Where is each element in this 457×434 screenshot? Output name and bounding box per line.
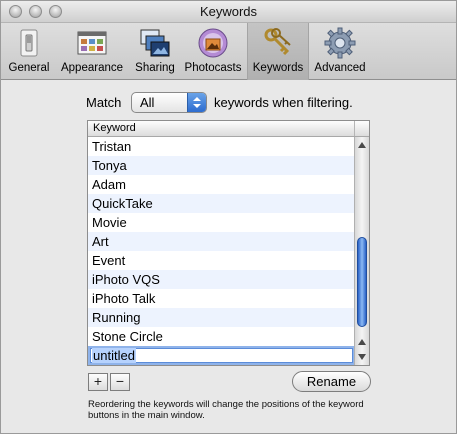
keyword-edit-field[interactable]: untitled bbox=[88, 346, 355, 365]
table-row[interactable]: Tristan bbox=[88, 137, 355, 156]
preferences-toolbar: General Appearance Sharing Photocasts Ke… bbox=[1, 23, 456, 80]
table-row[interactable]: Stone Circle bbox=[88, 327, 355, 346]
popup-arrows-icon bbox=[187, 93, 206, 112]
table-row[interactable]: Tonya bbox=[88, 156, 355, 175]
add-keyword-button[interactable]: + bbox=[88, 373, 108, 391]
scroll-up-arrow-bottom-icon[interactable] bbox=[358, 339, 366, 345]
appearance-window-icon bbox=[77, 31, 107, 55]
title-bar[interactable]: Keywords bbox=[1, 1, 456, 23]
toolbar-label-sharing: Sharing bbox=[135, 62, 175, 74]
scroll-down-arrow-icon[interactable] bbox=[358, 354, 366, 360]
toolbar-item-appearance[interactable]: Appearance bbox=[56, 23, 128, 80]
table-row[interactable]: Adam bbox=[88, 175, 355, 194]
rename-button[interactable]: Rename bbox=[292, 371, 371, 392]
keyword-rows: Tristan Tonya Adam QuickTake Movie Art E… bbox=[88, 137, 355, 365]
preferences-window: Keywords General Appearance Sharing Phot… bbox=[0, 0, 457, 434]
toolbar-item-keywords[interactable]: Keywords bbox=[247, 23, 309, 80]
keys-icon bbox=[264, 28, 291, 56]
table-row[interactable]: Movie bbox=[88, 213, 355, 232]
match-mode-popup[interactable]: All bbox=[131, 92, 207, 113]
gear-icon bbox=[324, 27, 356, 59]
match-label: Match bbox=[86, 95, 122, 110]
remove-keyword-button[interactable]: − bbox=[110, 373, 130, 391]
toolbar-item-advanced[interactable]: Advanced bbox=[311, 23, 369, 80]
toolbar-label-general: General bbox=[8, 62, 50, 74]
toolbar-item-photocasts[interactable]: Photocasts bbox=[182, 23, 244, 80]
table-row-editing[interactable]: untitled bbox=[88, 346, 355, 365]
toolbar-item-sharing[interactable]: Sharing bbox=[130, 23, 180, 80]
toolbar-label-advanced: Advanced bbox=[314, 62, 366, 74]
sharing-photos-icon bbox=[140, 29, 170, 57]
keyword-column-header-label: Keyword bbox=[93, 122, 136, 134]
toolbar-label-keywords: Keywords bbox=[252, 62, 304, 74]
table-row[interactable]: Art bbox=[88, 232, 355, 251]
toolbar-label-appearance: Appearance bbox=[60, 62, 124, 74]
table-row[interactable]: iPhoto VQS bbox=[88, 270, 355, 289]
photocast-icon bbox=[198, 28, 228, 58]
match-suffix-label: keywords when filtering. bbox=[214, 95, 353, 110]
header-divider bbox=[354, 121, 355, 136]
scroll-up-arrow-icon[interactable] bbox=[358, 142, 366, 148]
table-row[interactable]: Running bbox=[88, 308, 355, 327]
light-switch-icon bbox=[20, 29, 38, 57]
toolbar-item-general[interactable]: General bbox=[4, 23, 54, 80]
reorder-note: Reordering the keywords will change the … bbox=[88, 399, 364, 421]
keyword-table[interactable]: Keyword Tristan Tonya Adam QuickTake Mov… bbox=[87, 120, 370, 366]
window-title: Keywords bbox=[199, 4, 258, 19]
match-mode-value: All bbox=[140, 95, 155, 110]
keyword-column-header[interactable]: Keyword bbox=[88, 121, 369, 137]
toolbar-label-photocasts: Photocasts bbox=[184, 62, 242, 74]
table-row[interactable]: QuickTake bbox=[88, 194, 355, 213]
keyword-edit-text: untitled bbox=[92, 348, 136, 363]
keyword-table-scrollbar[interactable] bbox=[354, 137, 369, 365]
scrollbar-thumb[interactable] bbox=[357, 237, 367, 327]
table-row[interactable]: iPhoto Talk bbox=[88, 289, 355, 308]
table-row[interactable]: Event bbox=[88, 251, 355, 270]
